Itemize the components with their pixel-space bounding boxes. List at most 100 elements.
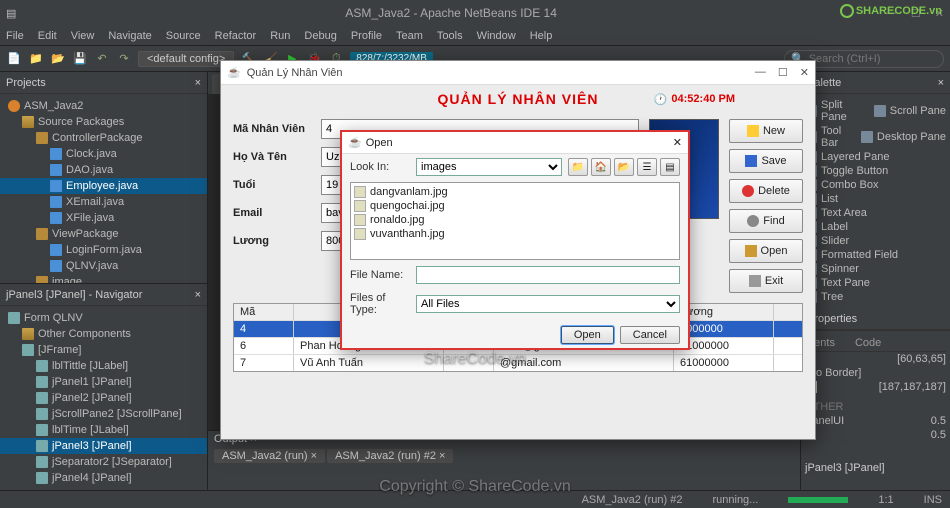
chooser-open-button[interactable]: Open: [561, 326, 614, 344]
palette-item[interactable]: Text Pane: [805, 276, 946, 290]
property-row[interactable]: [No Border]: [805, 366, 946, 380]
tree-node[interactable]: Employee.java: [0, 178, 207, 194]
file-item[interactable]: vuvanthanh.jpg: [353, 227, 677, 241]
menu-help[interactable]: Help: [530, 30, 553, 42]
menu-file[interactable]: File: [6, 30, 24, 42]
save-button[interactable]: Save: [729, 149, 803, 173]
nav-node[interactable]: jScrollPane2 [JScrollPane]: [0, 406, 207, 422]
detail-view-icon[interactable]: ▤: [660, 158, 680, 176]
delete-button[interactable]: Delete: [729, 179, 803, 203]
menu-debug[interactable]: Debug: [304, 30, 336, 42]
open-button[interactable]: Open: [729, 239, 803, 263]
output-tab-2[interactable]: ASM_Java2 (run) #2 ×: [327, 449, 453, 463]
up-folder-icon[interactable]: 📁: [568, 158, 588, 176]
tree-node[interactable]: DAO.java: [0, 162, 207, 178]
filename-input[interactable]: [416, 266, 680, 284]
tree-node[interactable]: LoginForm.java: [0, 242, 207, 258]
new-file-icon[interactable]: 📄: [6, 51, 22, 67]
property-row[interactable]: [60,63,65]: [805, 352, 946, 366]
new-folder-icon[interactable]: 📂: [614, 158, 634, 176]
chooser-close-icon[interactable]: ✕: [673, 136, 682, 149]
palette-item[interactable]: Label: [805, 220, 946, 234]
menu-tools[interactable]: Tools: [437, 30, 463, 42]
nav-node[interactable]: jSeparator2 [JSeparator]: [0, 454, 207, 470]
filename-label: File Name:: [350, 269, 410, 281]
nav-node[interactable]: Form QLNV: [0, 310, 207, 326]
nav-node[interactable]: Other Components: [0, 326, 207, 342]
new-project-icon[interactable]: 📁: [28, 51, 44, 67]
file-item[interactable]: dangvanlam.jpg: [353, 185, 677, 199]
menu-window[interactable]: Window: [477, 30, 516, 42]
palette-item[interactable]: Layered Pane: [805, 150, 946, 164]
palette-item[interactable]: Combo Box: [805, 178, 946, 192]
app-icon: ▤: [6, 7, 16, 20]
disk-icon: [745, 155, 757, 167]
jframe-max-icon[interactable]: ☐: [778, 66, 788, 79]
palette-item[interactable]: Formatted Field: [805, 248, 946, 262]
palette-item[interactable]: List: [805, 192, 946, 206]
props-tab-code[interactable]: Code: [855, 337, 881, 349]
tree-node[interactable]: QLNV.java: [0, 258, 207, 274]
tree-node[interactable]: Clock.java: [0, 146, 207, 162]
menu-edit[interactable]: Edit: [38, 30, 57, 42]
tree-node[interactable]: ControllerPackage: [0, 130, 207, 146]
nav-node[interactable]: jPanel3 [JPanel]: [0, 438, 207, 454]
status-state: running...: [712, 494, 758, 506]
save-all-icon[interactable]: 💾: [72, 51, 88, 67]
nav-node[interactable]: jPanel1 [JPanel]: [0, 374, 207, 390]
projects-tree[interactable]: ASM_Java2Source PackagesControllerPackag…: [0, 94, 207, 283]
exit-button[interactable]: Exit: [729, 269, 803, 293]
clock-icon: 🕐: [654, 93, 668, 106]
nav-node[interactable]: lblTittle [JLabel]: [0, 358, 207, 374]
undo-icon[interactable]: ↶: [94, 51, 110, 67]
file-item[interactable]: quengochai.jpg: [353, 199, 677, 213]
label-id: Mã Nhân Viên: [233, 123, 313, 135]
palette-item[interactable]: Slider: [805, 234, 946, 248]
jframe-close-icon[interactable]: ✕: [800, 66, 809, 79]
find-button[interactable]: Find: [729, 209, 803, 233]
tree-node[interactable]: ViewPackage: [0, 226, 207, 242]
jframe-min-icon[interactable]: —: [755, 66, 766, 79]
menu-view[interactable]: View: [71, 30, 95, 42]
menu-source[interactable]: Source: [166, 30, 201, 42]
redo-icon[interactable]: ↷: [116, 51, 132, 67]
palette-item[interactable]: Tree: [805, 290, 946, 304]
output-tab-1[interactable]: ASM_Java2 (run) ×: [214, 449, 325, 463]
property-row[interactable]: [187,187,187]: [805, 380, 946, 394]
filetype-select[interactable]: All Files: [416, 295, 680, 313]
palette-list[interactable]: Split PaneScroll PaneTool BarDesktop Pan…: [801, 94, 950, 308]
menu-run[interactable]: Run: [270, 30, 290, 42]
tree-node[interactable]: ASM_Java2: [0, 98, 207, 114]
menu-profile[interactable]: Profile: [351, 30, 382, 42]
nav-node[interactable]: jPanel4 [JPanel]: [0, 470, 207, 486]
palette-item[interactable]: Split PaneScroll Pane: [805, 98, 946, 124]
table-row[interactable]: 7Vũ Anh Tuấn@gmail.com61000000: [234, 354, 802, 371]
lookin-select[interactable]: images: [416, 158, 562, 176]
navigator-tree[interactable]: Form QLNVOther Components[JFrame]lblTitt…: [0, 306, 207, 490]
new-button[interactable]: New: [729, 119, 803, 143]
lookin-label: Look In:: [350, 161, 410, 173]
tree-node[interactable]: XEmail.java: [0, 194, 207, 210]
tree-node[interactable]: Source Packages: [0, 114, 207, 130]
menu-navigate[interactable]: Navigate: [108, 30, 151, 42]
nav-node[interactable]: [JFrame]: [0, 342, 207, 358]
menu-team[interactable]: Team: [396, 30, 423, 42]
home-icon[interactable]: 🏠: [591, 158, 611, 176]
nav-node[interactable]: lblTime [JLabel]: [0, 422, 207, 438]
list-view-icon[interactable]: ☰: [637, 158, 657, 176]
file-item[interactable]: ronaldo.jpg: [353, 213, 677, 227]
palette-item[interactable]: Text Area: [805, 206, 946, 220]
th-id[interactable]: Mã: [234, 304, 294, 320]
window-title: ASM_Java2 - Apache NetBeans IDE 14: [16, 6, 886, 20]
tree-node[interactable]: image: [0, 274, 207, 283]
file-list[interactable]: dangvanlam.jpgquengochai.jpgronaldo.jpgv…: [350, 182, 680, 260]
open-icon[interactable]: 📂: [50, 51, 66, 67]
palette-item[interactable]: Tool BarDesktop Pane: [805, 124, 946, 150]
tree-node[interactable]: XFile.java: [0, 210, 207, 226]
menu-refactor[interactable]: Refactor: [215, 30, 257, 42]
nav-node[interactable]: jPanel2 [JPanel]: [0, 390, 207, 406]
status-mode: INS: [924, 494, 942, 506]
palette-item[interactable]: Spinner: [805, 262, 946, 276]
chooser-cancel-button[interactable]: Cancel: [620, 326, 680, 344]
palette-item[interactable]: Toggle Button: [805, 164, 946, 178]
